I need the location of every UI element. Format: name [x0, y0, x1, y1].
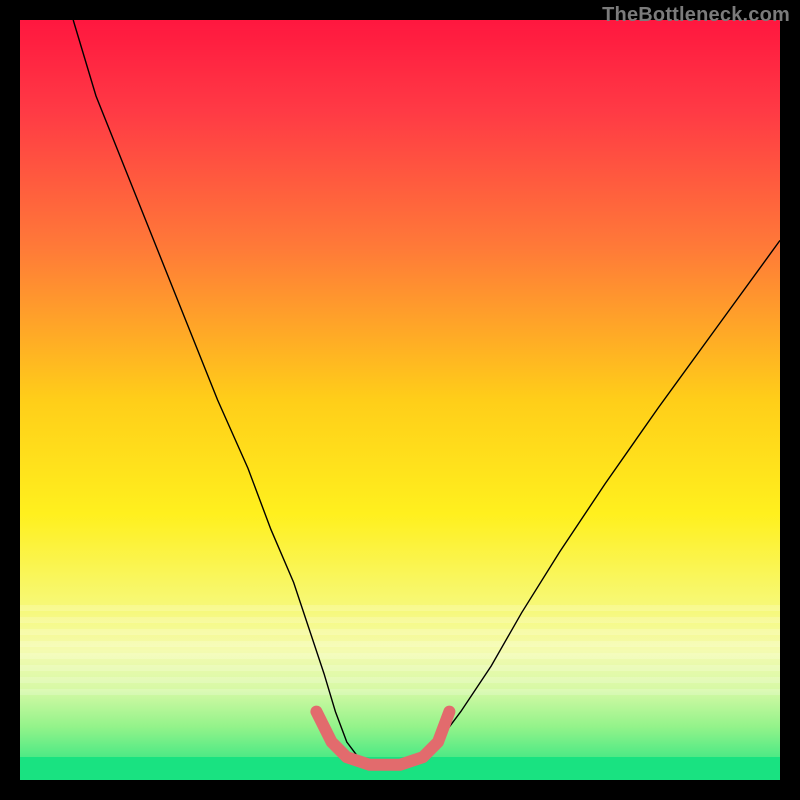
plot-area: [20, 20, 780, 780]
chart-stage: TheBottleneck.com: [0, 0, 800, 800]
bottleneck-curve: [73, 20, 780, 765]
flat-min-marker: [316, 712, 449, 765]
watermark-text: TheBottleneck.com: [602, 4, 790, 27]
curve-layer: [20, 20, 780, 780]
